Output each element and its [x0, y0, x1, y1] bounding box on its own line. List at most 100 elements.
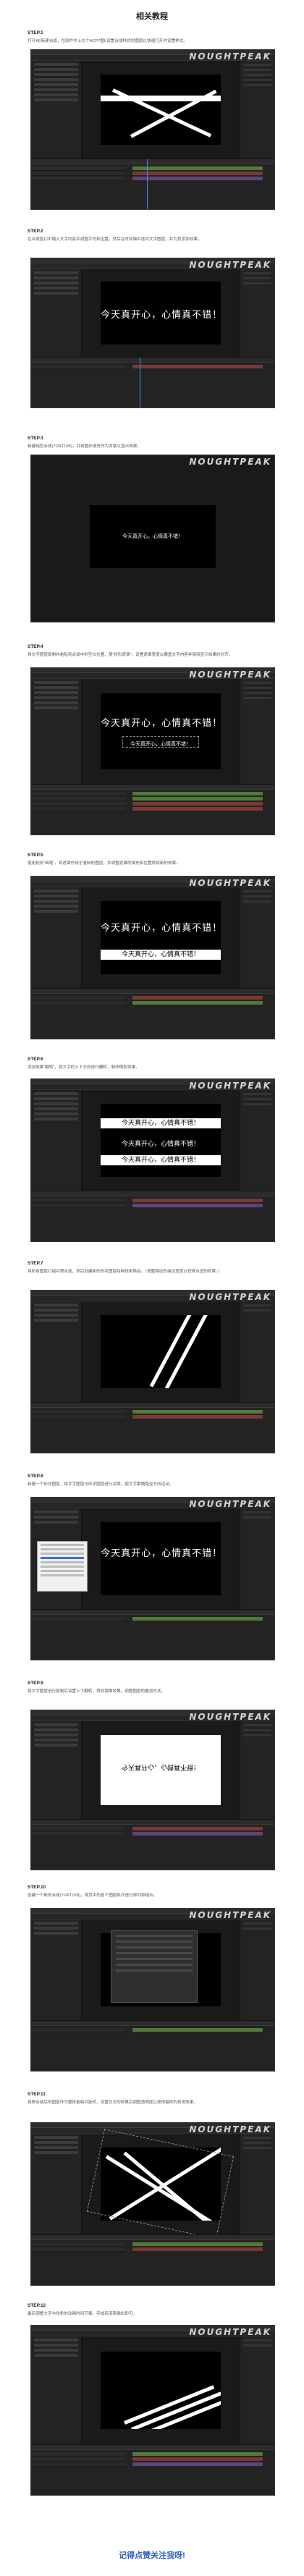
project-panel[interactable] [31, 1301, 82, 1402]
timeline-layer[interactable] [31, 797, 125, 801]
effects-panel[interactable] [240, 2336, 274, 2444]
composition-viewer[interactable]: 今天真开心，心情真不错！ 今天真开心，心情真不错！ [82, 679, 240, 784]
context-menu[interactable] [37, 1541, 88, 1592]
effects-panel[interactable] [240, 679, 274, 784]
timeline-layer[interactable] [31, 2242, 125, 2247]
layer-bounding-box[interactable] [87, 2129, 235, 2239]
composition-settings-dialog[interactable] [111, 1930, 198, 2003]
project-panel[interactable] [31, 679, 82, 784]
layer-bar[interactable] [132, 1204, 263, 1207]
effects-panel[interactable] [240, 269, 274, 357]
layer-bar[interactable] [132, 2452, 263, 2456]
layer-bar[interactable] [132, 365, 263, 368]
composition-viewer[interactable]: 今天真开心，心情真不错！ [82, 269, 240, 357]
timeline-panel[interactable] [31, 2020, 274, 2071]
timeline-layer[interactable] [31, 1001, 125, 1005]
composition-viewer[interactable] [82, 2129, 240, 2239]
layer-bar[interactable] [132, 1827, 263, 1830]
layer-bar[interactable] [132, 792, 263, 795]
composition-viewer[interactable] [82, 61, 240, 159]
layer-bar[interactable] [132, 177, 263, 180]
layer-bar[interactable] [132, 1410, 263, 1414]
timeline-panel[interactable] [31, 2444, 274, 2495]
composition-canvas[interactable] [101, 74, 221, 145]
composition-canvas[interactable]: 今天真开心，心情真不错！ 今天真开心，心情真不错！ 今天真开心，心情真不错！ [101, 1104, 221, 1177]
timeline-layer[interactable] [31, 807, 125, 811]
layer-bar[interactable] [132, 1001, 263, 1005]
composition-viewer[interactable]: 今天真开心，心情真不错！ 今天真开心，心情真不错！ 今天真开心，心情真不错！ [82, 1090, 240, 1191]
effects-panel[interactable] [240, 1090, 274, 1191]
project-panel[interactable] [31, 2336, 82, 2444]
project-panel[interactable] [31, 1920, 82, 2020]
layer-bar[interactable] [132, 2028, 263, 2032]
layer-bar[interactable] [132, 1617, 263, 1621]
composition-canvas[interactable]: 今天真开心，心情真不错！ [101, 281, 221, 345]
composition-viewer[interactable]: 今天真开心，心情真不错！ [82, 1508, 240, 1609]
layer-bar[interactable] [132, 2462, 263, 2466]
timeline-layer[interactable] [31, 1204, 125, 1208]
effects-panel[interactable] [240, 2134, 274, 2234]
composition-viewer[interactable] [82, 2336, 240, 2444]
composition-canvas[interactable]: 今天真开心，心情真不错！ 今天真开心，心情真不错！ [101, 901, 221, 974]
composition-viewer[interactable]: 今天真开心，心情真不错！ [31, 455, 274, 622]
effects-panel[interactable] [240, 1721, 274, 1819]
composition-canvas[interactable]: 今天真开心，心情真不错！ 今天真开心，心情真不错！ [101, 693, 221, 769]
timeline-layer[interactable] [31, 1617, 125, 1621]
timeline-layer[interactable] [31, 2028, 125, 2032]
timeline-layer[interactable] [31, 802, 125, 806]
composition-canvas[interactable]: 今天真开心，心情真不错！ [101, 1522, 221, 1595]
timeline-layer[interactable] [31, 2452, 125, 2457]
effects-panel[interactable] [240, 1301, 274, 1402]
layer-bar[interactable] [132, 797, 263, 801]
timeline-panel[interactable] [31, 159, 274, 209]
timeline-layer[interactable] [31, 172, 125, 176]
effects-panel[interactable] [240, 1508, 274, 1609]
timeline-layer[interactable] [31, 2457, 125, 2462]
timeline-layer[interactable] [31, 2462, 125, 2467]
layer-bar[interactable] [132, 2242, 263, 2246]
timeline-panel[interactable] [31, 1609, 274, 1660]
mask-outline[interactable] [122, 735, 200, 748]
layer-bar[interactable] [132, 1415, 263, 1419]
timeline-panel[interactable] [31, 357, 274, 407]
effects-panel[interactable] [240, 887, 274, 988]
layer-bar[interactable] [132, 2457, 263, 2461]
layer-bar[interactable] [132, 172, 263, 175]
playhead[interactable] [147, 159, 148, 209]
effects-panel[interactable] [240, 61, 274, 159]
composition-viewer[interactable]: 今天真开心，心情真不错！ [82, 1721, 240, 1819]
composition-viewer[interactable] [82, 1301, 240, 1402]
timeline-layer[interactable] [31, 1415, 125, 1419]
timeline-panel[interactable] [31, 1191, 274, 1241]
timeline-panel[interactable] [31, 1819, 274, 1870]
layer-bar[interactable] [132, 2247, 263, 2251]
composition-canvas[interactable]: 今天真开心，心情真不错！ [101, 1734, 221, 1806]
composition-canvas[interactable]: 今天真开心，心情真不错！ [89, 505, 216, 569]
timeline-layer[interactable] [31, 1832, 125, 1836]
layer-bar[interactable] [132, 1199, 263, 1202]
timeline-layer[interactable] [31, 1199, 125, 1203]
project-panel[interactable] [31, 1721, 82, 1819]
timeline-layer[interactable] [31, 1410, 125, 1414]
layer-bar[interactable] [132, 1832, 263, 1836]
layer-bar[interactable] [132, 802, 263, 806]
project-panel[interactable] [31, 61, 82, 159]
timeline-layer[interactable] [31, 792, 125, 796]
timeline-panel[interactable] [31, 2234, 274, 2285]
effects-panel[interactable] [240, 1920, 274, 2020]
timeline-panel[interactable] [31, 784, 274, 835]
timeline-layer[interactable] [31, 996, 125, 1000]
composition-viewer[interactable]: 今天真开心，心情真不错！ 今天真开心，心情真不错！ [82, 887, 240, 988]
timeline-layer[interactable] [31, 177, 125, 181]
timeline-layer[interactable] [31, 1827, 125, 1831]
composition-canvas[interactable] [101, 2351, 221, 2430]
timeline-layer[interactable] [31, 365, 125, 369]
layer-bar[interactable] [132, 807, 263, 811]
project-panel[interactable] [31, 1090, 82, 1191]
timeline-layer[interactable] [31, 166, 125, 171]
timeline-panel[interactable] [31, 1402, 274, 1453]
project-panel[interactable] [31, 2134, 82, 2234]
timeline-panel[interactable] [31, 988, 274, 1039]
layer-bar[interactable] [132, 166, 263, 170]
timeline-layer[interactable] [31, 2247, 125, 2252]
